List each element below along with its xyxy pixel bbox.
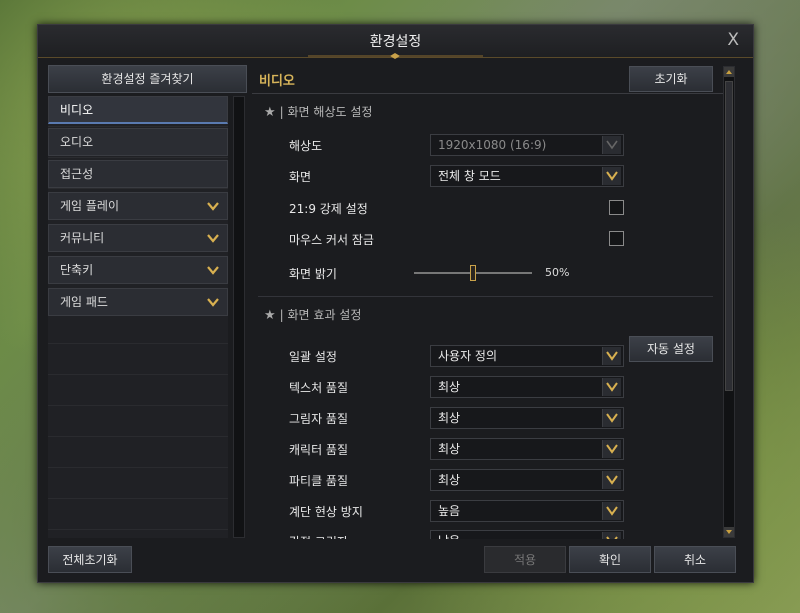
effect-row-value: 최상 (438, 380, 461, 394)
effect-row-label: 일괄 설정 (289, 350, 337, 364)
chevron-down-icon (602, 471, 621, 489)
auto-setting-button[interactable]: 자동 설정 (629, 336, 713, 362)
chevron-down-icon (602, 532, 621, 539)
effect-row-value: 최상 (438, 442, 461, 456)
effect-row-dropdown[interactable]: 낮음 (430, 530, 624, 539)
effect-row-dropdown[interactable]: 최상 (430, 469, 624, 491)
effect-row-label: 파티클 품질 (289, 474, 349, 488)
chevron-down-icon (602, 378, 621, 396)
chevron-down-icon (602, 409, 621, 427)
effect-row-value: 사용자 정의 (438, 349, 498, 363)
cancel-button[interactable]: 취소 (654, 546, 736, 573)
effect-row-dropdown[interactable]: 최상 (430, 376, 624, 398)
effect-row-label: 캐릭터 품질 (289, 443, 349, 457)
effect-row-label: 텍스처 품질 (289, 381, 349, 395)
reset-all-button[interactable]: 전체초기화 (48, 546, 132, 573)
apply-button[interactable]: 적용 (484, 546, 566, 573)
effect-row-dropdown[interactable]: 최상 (430, 407, 624, 429)
chevron-down-icon (602, 502, 621, 520)
chevron-down-icon (602, 347, 621, 365)
effect-row-value: 낮음 (438, 534, 460, 539)
effect-row-dropdown[interactable]: 높음 (430, 500, 624, 522)
confirm-button[interactable]: 확인 (569, 546, 651, 573)
effect-row-value: 최상 (438, 473, 461, 487)
effect-row-label: 그림자 품질 (289, 412, 349, 426)
effect-row-value: 최상 (438, 411, 461, 425)
effect-row-dropdown[interactable]: 사용자 정의 (430, 345, 624, 367)
effect-row-dropdown[interactable]: 최상 (430, 438, 624, 460)
chevron-down-icon (602, 440, 621, 458)
effect-row-label: 계단 현상 방지 (289, 505, 363, 519)
effect-row-value: 높음 (438, 504, 461, 518)
effect-row-label: 간접 그림자 (289, 533, 348, 539)
